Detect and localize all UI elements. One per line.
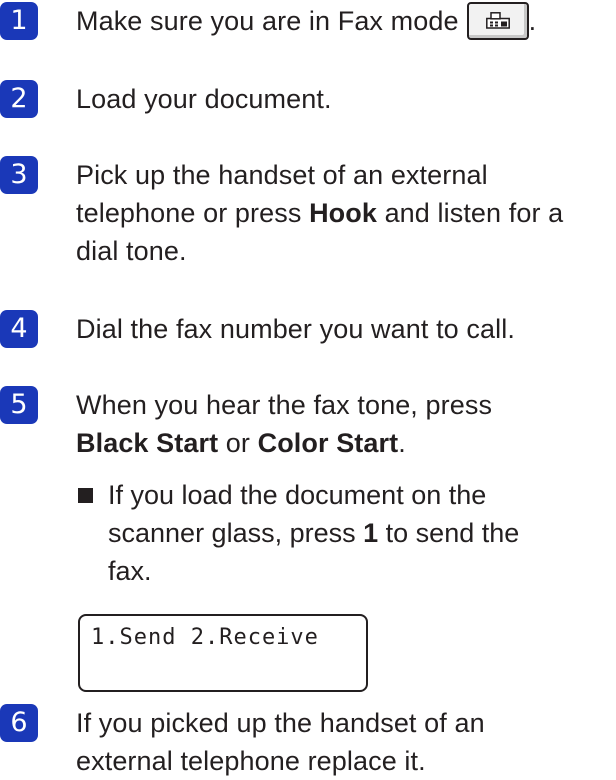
bullet-square-icon (78, 488, 93, 503)
sub-bullet-line-2-post: to send the (378, 518, 520, 548)
step-2-text: Load your document. (76, 84, 332, 114)
step-1-label: Make sure you are in Fax mode (76, 6, 459, 36)
color-start-key-label: Color Start (257, 428, 399, 458)
step-6-line-2: external telephone replace it. (76, 746, 426, 776)
sub-bullet-line-2-pre: scanner glass, press (108, 518, 364, 548)
step-5-line-2: Black Start or Color Start. (76, 424, 616, 462)
step-1-period: . (528, 6, 537, 36)
step-1-text: Make sure you are in Fax mode . (76, 1, 616, 42)
fax-mode-button[interactable] (466, 1, 529, 40)
step-5-period: . (398, 428, 406, 458)
sub-bullet-line-2: scanner glass, press 1 to send the (108, 514, 608, 552)
step-number-2: 2 (0, 80, 38, 118)
hook-key-label: Hook (309, 198, 377, 228)
step-number-6: 6 (0, 704, 38, 742)
step-4-text: Dial the fax number you want to call. (76, 314, 515, 344)
sub-bullet-text: If you load the document on the scanner … (108, 476, 608, 590)
sub-bullet-line-3: fax. (108, 556, 152, 586)
step-5-line-1: When you hear the fax tone, press (76, 390, 493, 420)
step-number-1: 1 (0, 2, 38, 40)
step-3-line-2-post: and listen for a (376, 198, 564, 228)
lcd-text: 1.Send 2.Receive (91, 625, 319, 650)
step-3-text: Pick up the handset of an external telep… (76, 156, 616, 270)
step-6-line-1: If you picked up the handset of an (76, 708, 485, 738)
step-5-or: or (218, 428, 258, 458)
sub-bullet-line-1: If you load the document on the (108, 480, 487, 510)
step-6-text: If you picked up the handset of an exter… (76, 704, 616, 780)
step-5-text: When you hear the fax tone, press Black … (76, 386, 616, 462)
key-1-label: 1 (363, 518, 379, 548)
black-start-key-label: Black Start (76, 428, 219, 458)
step-number-5: 5 (0, 386, 38, 424)
step-number-3: 3 (0, 156, 38, 194)
step-3-line-1: Pick up the handset of an external (76, 160, 488, 190)
step-3-line-2: telephone or press Hook and listen for a (76, 194, 616, 232)
fax-icon (485, 11, 510, 29)
step-3-line-2-pre: telephone or press (76, 198, 310, 228)
step-number-4: 4 (0, 310, 38, 348)
step-3-line-3: dial tone. (76, 236, 187, 266)
lcd-display: 1.Send 2.Receive (78, 614, 368, 692)
